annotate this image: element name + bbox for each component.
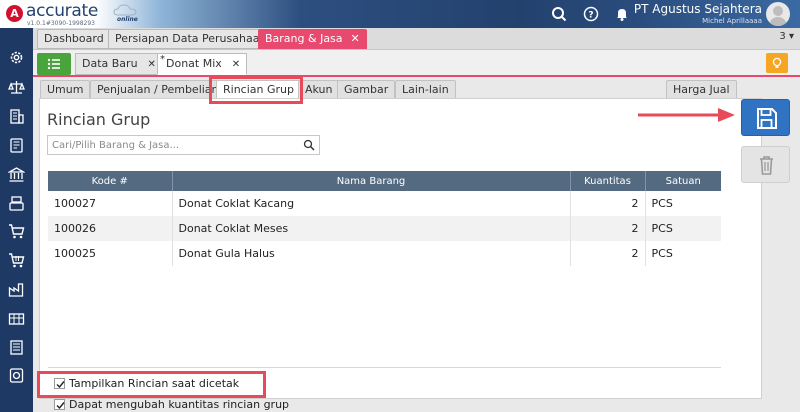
tab-label: Dashboard xyxy=(44,32,104,45)
tab-penjualan-pembelian[interactable]: Penjualan / Pembelian xyxy=(90,80,226,99)
cloud-icon xyxy=(113,4,137,16)
factory-icon[interactable] xyxy=(8,281,25,298)
company-info[interactable]: PT Agustus Sejahtera Michel Aprillaaaa xyxy=(634,2,762,26)
cell-satuan: PCS xyxy=(651,247,673,260)
bank-icon[interactable] xyxy=(8,166,25,183)
tab-persiapan-data[interactable]: Persiapan Data Perusahaan xyxy=(108,29,274,49)
trash-icon xyxy=(760,156,773,175)
close-icon[interactable]: ✕ xyxy=(351,32,360,45)
cell-satuan: PCS xyxy=(651,197,673,210)
close-icon[interactable]: ✕ xyxy=(148,59,156,70)
table-row[interactable]: 100027 Donat Coklat Kacang 2 PCS xyxy=(48,191,721,216)
delete-button[interactable] xyxy=(741,146,790,183)
table-empty-area xyxy=(48,266,721,367)
column-header-kode[interactable]: Kode # xyxy=(48,171,173,191)
sidebar xyxy=(0,28,33,412)
tab-dashboard[interactable]: Dashboard xyxy=(37,29,111,49)
sales-cart-icon[interactable] xyxy=(8,252,25,269)
logo-mark: A xyxy=(6,5,23,22)
tab-barang-jasa[interactable]: Barang & Jasa ✕ xyxy=(258,29,367,49)
tab-rincian-grup[interactable]: Rincian Grup xyxy=(216,80,301,99)
top-bar: A accurate online v1.0.1#3090-1998293 ? … xyxy=(0,0,800,28)
module-tab-bar: Dashboard Persiapan Data Perusahaan Bara… xyxy=(33,28,800,50)
table-header-row: Kode # Nama Barang Kuantitas Satuan xyxy=(48,171,721,191)
table-row[interactable]: 100025 Donat Gula Halus 2 PCS xyxy=(48,241,721,266)
page-title: Rincian Grup xyxy=(47,110,151,129)
gear-icon[interactable] xyxy=(8,49,25,66)
settings-doc-icon[interactable] xyxy=(8,367,25,384)
avatar-body xyxy=(769,17,787,26)
avatar[interactable] xyxy=(766,2,790,26)
scale-icon[interactable] xyxy=(8,78,25,95)
tab-data-baru[interactable]: Data Baru ✕ xyxy=(75,53,163,75)
building-icon[interactable] xyxy=(8,108,25,125)
document-tab-bar: Data Baru ✕ * Donat Mix ✕ xyxy=(33,50,800,77)
tab-donat-mix[interactable]: * Donat Mix ✕ xyxy=(157,53,248,75)
logo-text: accurate xyxy=(26,1,99,21)
content-area: Umum Penjualan / Pembelian Rincian Grup … xyxy=(33,77,800,412)
cell-kode: 100025 xyxy=(48,241,173,266)
tab-label: Donat Mix xyxy=(166,57,222,70)
cell-kuantitas: 2 xyxy=(570,241,646,266)
column-header-nama[interactable]: Nama Barang xyxy=(172,171,571,191)
user-name: Michel Aprillaaaa xyxy=(702,17,762,25)
list-button[interactable] xyxy=(37,53,71,75)
rincian-grup-panel: Rincian Grup Kode # Nama Barang Kuantita… xyxy=(39,98,762,411)
cell-nama: Donat Gula Halus xyxy=(172,241,571,266)
close-icon[interactable]: ✕ xyxy=(232,59,240,70)
tab-label: Persiapan Data Perusahaan xyxy=(115,32,267,45)
tab-lain-lain[interactable]: Lain-lain xyxy=(395,80,456,99)
bell-icon[interactable] xyxy=(614,6,630,22)
cell-kuantitas: 2 xyxy=(570,216,646,241)
tab-count: 3 xyxy=(779,31,786,42)
cash-register-icon[interactable] xyxy=(8,195,25,212)
logo-sub: online xyxy=(117,16,138,23)
checkbox[interactable] xyxy=(54,399,65,410)
checkbox-label: Dapat mengubah kuantitas rincian grup xyxy=(69,398,290,411)
table-divider xyxy=(48,367,721,368)
cell-satuan: PCS xyxy=(645,216,721,241)
cell-kode: 100026 xyxy=(48,216,173,241)
cell-nama: Donat Coklat Kacang xyxy=(172,191,571,216)
tab-label: Barang & Jasa xyxy=(265,32,343,45)
save-button[interactable] xyxy=(741,99,790,136)
checkbox-label: Tampilkan Rincian saat dicetak xyxy=(69,377,240,390)
app-version: v1.0.1#3090-1998293 xyxy=(27,20,96,27)
save-icon xyxy=(757,108,777,129)
cell-nama: Donat Coklat Meses xyxy=(172,216,571,241)
tips-button[interactable] xyxy=(766,53,788,73)
check-icon xyxy=(56,402,65,410)
search-icon[interactable] xyxy=(551,6,567,22)
column-header-kuantitas[interactable]: Kuantitas xyxy=(570,171,646,191)
unsaved-indicator: * xyxy=(160,54,165,65)
checkbox[interactable] xyxy=(54,378,65,389)
table-row[interactable]: 100026 Donat Coklat Meses 2 PCS xyxy=(48,216,721,241)
lightbulb-icon xyxy=(772,57,782,68)
cart-icon[interactable] xyxy=(8,223,25,240)
app-logo[interactable]: A accurate online v1.0.1#3090-1998293 xyxy=(4,1,154,27)
check-icon xyxy=(56,381,65,389)
company-name: PT Agustus Sejahtera xyxy=(633,2,762,16)
tab-count-menu[interactable]: 3 ▾ xyxy=(779,31,794,42)
tab-gambar[interactable]: Gambar xyxy=(337,80,396,99)
cell-kuantitas: 2 xyxy=(570,191,646,216)
tab-harga-jual[interactable]: Harga Jual xyxy=(666,80,737,99)
search-icon[interactable] xyxy=(303,139,315,151)
tab-akun[interactable]: Akun xyxy=(298,80,340,99)
avatar-head xyxy=(773,6,783,16)
column-header-satuan[interactable]: Satuan xyxy=(645,171,721,191)
document-icon[interactable] xyxy=(8,137,25,154)
tab-label: Data Baru xyxy=(82,57,138,70)
item-table: Kode # Nama Barang Kuantitas Satuan 1000… xyxy=(48,171,721,266)
list-icon xyxy=(47,58,60,70)
item-search-field[interactable] xyxy=(47,135,320,155)
search-input[interactable] xyxy=(48,136,293,154)
svg-text:?: ? xyxy=(588,11,593,21)
help-icon[interactable]: ? xyxy=(583,6,599,22)
inventory-icon[interactable] xyxy=(8,310,25,327)
arrow-icon xyxy=(638,108,735,122)
cell-kode: 100027 xyxy=(48,191,173,216)
tab-umum[interactable]: Umum xyxy=(40,80,91,99)
report-icon[interactable] xyxy=(8,339,25,356)
